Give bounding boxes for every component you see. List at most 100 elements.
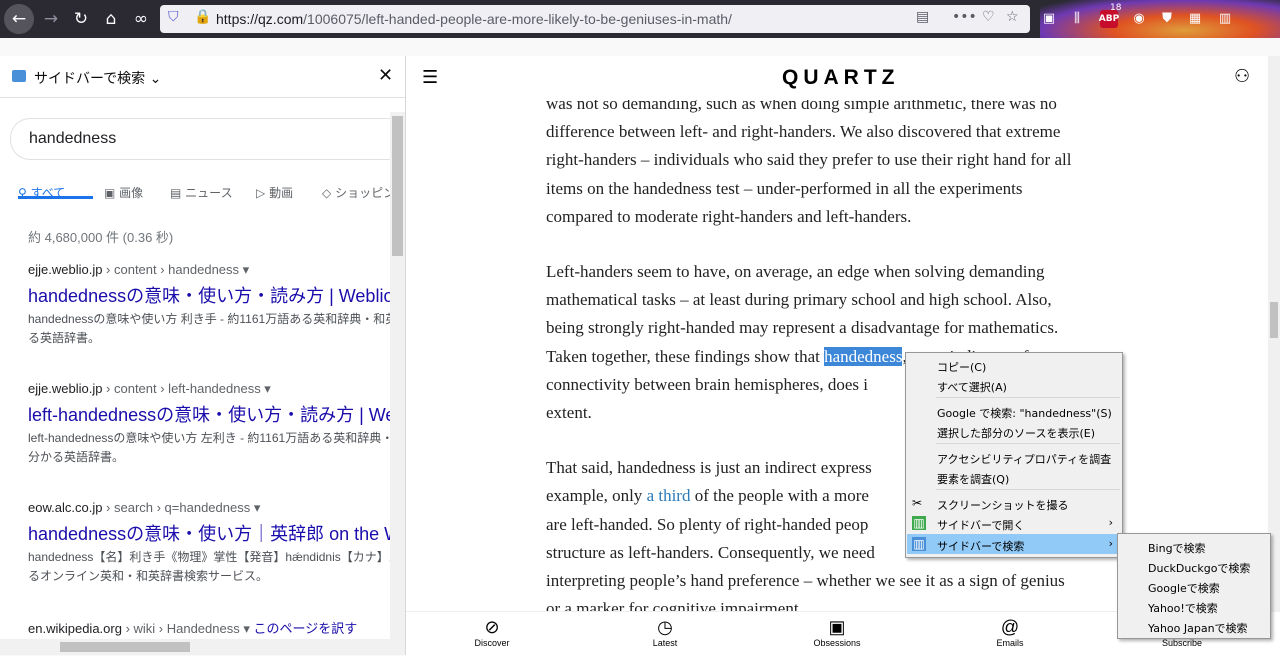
image-icon: ▣ <box>104 186 116 200</box>
home-button[interactable]: ⌂ <box>96 4 126 34</box>
user-icon[interactable]: ⚇ <box>1234 66 1250 87</box>
search-engine-submenu: Bingで検索 DuckDuckgoで検索 Googleで検索 Yahoo!で検… <box>1117 533 1271 639</box>
reload-icon: ↻ <box>73 9 89 29</box>
menu-item-inspect[interactable]: 要素を調査(Q) <box>907 467 1121 487</box>
nav-obsessions[interactable]: ▣ Obsessions <box>797 616 877 648</box>
quartz-header: ☰ QUARTZ ⚇ <box>406 56 1280 100</box>
result-title-link[interactable]: handednessの意味・使い方｜英辞郎 on the WEB <box>28 520 390 546</box>
submenu-item-bing[interactable]: Bingで検索 <box>1148 540 1206 556</box>
url-path: /1006075/left-handed-people-are-more-lik… <box>303 11 732 27</box>
extension-button-2[interactable]: ⛊ <box>1156 7 1178 29</box>
clock-icon: ◷ <box>657 617 673 637</box>
grid-icon: ▣ <box>828 617 846 637</box>
sidebar-horizontal-scrollbar-thumb[interactable] <box>60 642 190 652</box>
menu-item-open-in-sidebar[interactable]: ▥ サイドバーで開く › <box>907 513 1121 533</box>
nav-emails[interactable]: @ Emails <box>970 616 1050 648</box>
chevron-right-icon: › <box>1108 537 1113 550</box>
submenu-item-yahoo-japan[interactable]: Yahoo Japanで検索 <box>1148 620 1248 636</box>
url-text[interactable]: https://qz.com/1006075/left-handed-peopl… <box>216 11 732 27</box>
bookmark-star-icon[interactable]: ☆ <box>1006 9 1019 25</box>
chevron-right-icon: › <box>1108 516 1113 529</box>
menu-item-view-source[interactable]: 選択した部分のソースを表示(E) <box>907 421 1121 441</box>
menu-item-search-in-sidebar[interactable]: ▥ サイドバーで検索 › <box>907 534 1121 554</box>
tag-icon: ◇ <box>322 186 332 200</box>
library-icon: ⫼ <box>1074 10 1080 26</box>
play-icon: ▷ <box>256 186 266 200</box>
tab-news[interactable]: ▤ ニュース <box>170 184 233 201</box>
forward-button[interactable]: → <box>36 4 66 34</box>
page-actions-icon[interactable]: ••• <box>952 9 977 25</box>
submenu-item-duckduckgo[interactable]: DuckDuckgoで検索 <box>1148 560 1250 576</box>
menu-separator <box>936 443 1120 444</box>
extension-button-1[interactable]: ▣ <box>1038 7 1060 29</box>
reader-view-icon[interactable]: ▤ <box>916 9 929 25</box>
result-cite[interactable]: ejje.weblio.jp › content › handedness ▾ <box>28 262 390 278</box>
search-result: ejje.weblio.jp › content › left-handedne… <box>28 381 390 467</box>
browser-toolbar: ← → ↻ ⌂ ∞ ⛉ 🔒 https://qz.com/1006075/lef… <box>0 0 1280 38</box>
tab-videos[interactable]: ▷ 動画 <box>256 184 293 201</box>
hamburger-menu-icon[interactable]: ☰ <box>422 67 438 88</box>
result-title-link[interactable]: handednessの意味・使い方・読み方 | Weblio英和辞書 <box>28 282 390 308</box>
selected-text[interactable]: handedness <box>824 346 903 366</box>
nav-latest[interactable]: ◷ Latest <box>625 616 705 648</box>
result-snippet: handedness【名】利き手《物理》掌性【発音】hǽndidnis【カナ】ハ… <box>28 550 390 564</box>
translate-link[interactable]: このページを訳す <box>253 621 357 636</box>
url-bar[interactable]: ⛉ 🔒 https://qz.com/1006075/left-handed-p… <box>160 5 1030 33</box>
mask-extension-button[interactable]: ∞ <box>126 4 156 34</box>
sidebar-scrollbar-thumb[interactable] <box>392 116 403 256</box>
menu-separator <box>936 397 1120 398</box>
tab-shopping[interactable]: ◇ ショッピング <box>322 184 390 201</box>
back-arrow-icon: ← <box>11 9 27 29</box>
sidebar-horizontal-scrollbar[interactable] <box>0 639 390 655</box>
sidebar-header: サイドバーで検索 ⌄ ✕ <box>0 56 405 98</box>
tab-images[interactable]: ▣ 画像 <box>104 184 143 201</box>
forward-arrow-icon: → <box>43 9 59 29</box>
result-cite[interactable]: en.wikipedia.org › wiki › Handedness ▾ こ… <box>28 618 390 637</box>
result-count: 約 4,680,000 件 (0.36 秒) <box>28 230 174 245</box>
sidebar-green-icon: ▥ <box>912 516 926 530</box>
menu-separator <box>936 489 1120 490</box>
menu-item-accessibility[interactable]: アクセシビリティプロパティを調査 <box>907 447 1121 467</box>
result-cite[interactable]: ejje.weblio.jp › content › left-handedne… <box>28 381 390 397</box>
active-tab-indicator <box>18 196 93 199</box>
sidebar-blue-icon: ▥ <box>912 537 926 551</box>
reload-button[interactable]: ↻ <box>66 4 96 34</box>
result-snippet: 分かる英語辞書。 <box>28 450 125 464</box>
result-cite[interactable]: eow.alc.co.jp › search › q=handedness ▾ <box>28 500 390 516</box>
account-icon: ◉ <box>1133 10 1145 26</box>
menu-item-screenshot[interactable]: ✂ スクリーンショットを撮る <box>907 493 1121 513</box>
submenu-item-yahoo[interactable]: Yahoo!で検索 <box>1148 600 1218 616</box>
lock-icon[interactable]: 🔒 <box>194 9 211 25</box>
mask-icon: ∞ <box>133 9 149 29</box>
pocket-icon[interactable]: ♡ <box>982 9 995 25</box>
account-button[interactable]: ◉ <box>1128 7 1150 29</box>
shield-extension-icon: ⛊ <box>1162 10 1172 26</box>
nav-discover[interactable]: ⊘ Discover <box>452 616 532 648</box>
quartz-logo[interactable]: QUARTZ <box>782 66 900 90</box>
app-icon: ▦ <box>1188 10 1202 26</box>
extension-button-3[interactable]: ▦ <box>1184 7 1206 29</box>
extension-button-4[interactable]: ▥ <box>1214 7 1236 29</box>
close-icon[interactable]: ✕ <box>378 65 393 86</box>
result-snippet: るオンライン英和・和英辞書検索サービス。 <box>28 569 269 583</box>
library-button[interactable]: ⫼ <box>1066 7 1088 29</box>
search-query[interactable]: handedness <box>29 130 116 148</box>
at-icon: @ <box>1000 617 1020 637</box>
a-third-link[interactable]: a third <box>647 486 691 505</box>
url-host: https://qz.com <box>216 11 304 27</box>
page-scrollbar-thumb[interactable] <box>1270 302 1278 338</box>
sidebar-title[interactable]: サイドバーで検索 ⌄ <box>34 68 161 88</box>
result-snippet: left-handednessの意味や使い方 左利き - 約1161万語ある英和… <box>28 431 390 445</box>
menu-item-select-all[interactable]: すべて選択(A) <box>907 375 1121 395</box>
menu-item-copy[interactable]: コピー(C) <box>907 355 1121 375</box>
search-input[interactable]: handedness <box>10 118 401 160</box>
shield-icon[interactable]: ⛉ <box>168 9 179 25</box>
result-title-link[interactable]: left-handednessの意味・使い方・読み方 | Weblio英和辞書 <box>28 401 390 427</box>
sidebar-extension-icon: ▥ <box>1218 10 1232 26</box>
result-snippet: handednessの意味や使い方 利き手 - 約1161万語ある英和辞典・和英… <box>28 312 390 326</box>
back-button[interactable]: ← <box>4 4 34 34</box>
search-sidebar: サイドバーで検索 ⌄ ✕ handedness ⚲ すべて ▣ 画像 ▤ ニュー… <box>0 56 406 655</box>
search-result: ejje.weblio.jp › content › handedness ▾ … <box>28 262 390 348</box>
menu-item-google-search[interactable]: Google で検索: "handedness"(S) <box>907 401 1121 421</box>
submenu-item-google[interactable]: Googleで検索 <box>1148 580 1220 596</box>
